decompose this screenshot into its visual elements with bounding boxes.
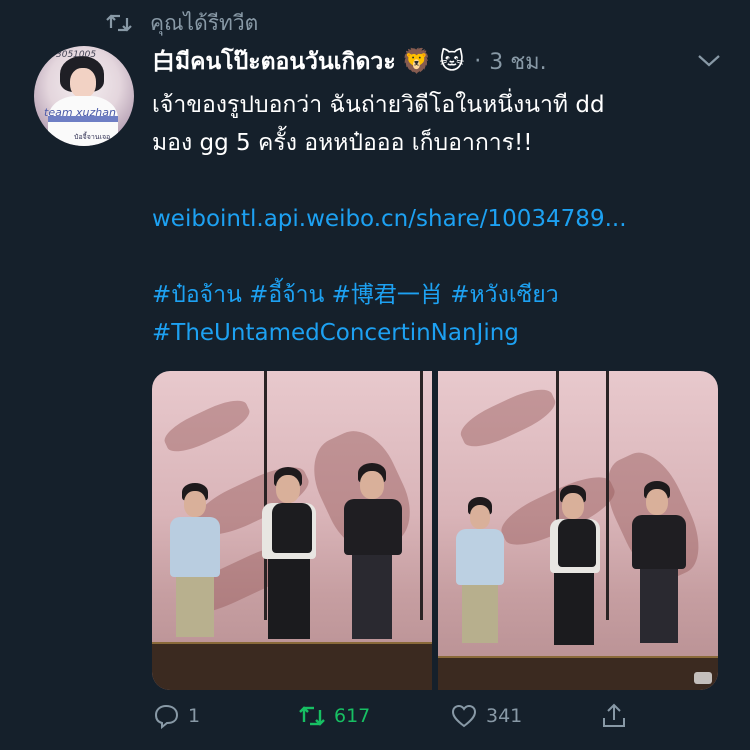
hashtag-link[interactable]: #ป๋อจ้าน	[152, 282, 242, 308]
hashtag-row: #ป๋อจ้าน #อี้จ้าน #博君一肖 #หวังเซียว	[152, 276, 732, 314]
avatar[interactable]: 3051005 team xuzhan ป๋อจี้จานเจอ	[34, 46, 134, 146]
name-emoji: 🦁 🐱	[401, 47, 465, 75]
tweet-text-line: เจ้าของรูปบอกว่า ฉันถ่ายวิดีโอในหนึ่งนาท…	[152, 92, 605, 118]
reply-button[interactable]: 1	[152, 702, 200, 730]
retweet-context: คุณได้รีทวีต	[106, 8, 258, 38]
share-icon	[603, 703, 625, 727]
retweet-button[interactable]: 617	[298, 702, 370, 730]
hashtag-link[interactable]: #อี้จ้าน	[249, 282, 324, 308]
media-badge-icon	[694, 672, 712, 684]
avatar-text-top: 3051005	[56, 50, 97, 60]
hashtag-link[interactable]: #TheUntamedConcertinNanJing	[152, 320, 519, 346]
chevron-down-icon[interactable]	[696, 50, 722, 70]
like-icon	[451, 704, 477, 728]
like-button[interactable]: 341	[450, 702, 522, 730]
display-name[interactable]: 白มีคนโป๊ะตอนวันเกิดวะ	[152, 42, 396, 80]
tweet-photo-2[interactable]	[438, 371, 718, 690]
retweet-context-label: คุณได้รีทวีต	[150, 10, 259, 35]
tweet-link[interactable]: weibointl.api.weibo.cn/share/10034789...	[152, 200, 732, 238]
hashtag-link[interactable]: #博君一肖	[332, 282, 443, 308]
retweet-icon	[106, 14, 132, 32]
avatar-text-mid: team xuzhan	[44, 106, 116, 119]
like-count: 341	[486, 705, 523, 727]
retweet-count: 617	[334, 705, 371, 727]
tweet-photo-1[interactable]	[152, 371, 432, 690]
share-button[interactable]	[600, 702, 628, 730]
media-grid	[152, 371, 718, 690]
tweet-header: 白มีคนโป๊ะตอนวันเกิดวะ 🦁 🐱 · 3 ชม.	[152, 44, 547, 78]
reply-icon	[154, 704, 179, 730]
timestamp[interactable]: 3 ชม.	[489, 44, 546, 79]
reply-count: 1	[188, 705, 201, 727]
tweet-actions: 1 617 341	[152, 702, 652, 738]
tweet-text: เจ้าของรูปบอกว่า ฉันถ่ายวิดีโอในหนึ่งนาท…	[152, 86, 732, 352]
tweet-text-line: มอง gg 5 ครั้ง อหหป๋อออ เก็บอาการ!!	[152, 130, 533, 156]
retweet-icon	[299, 706, 325, 726]
hashtag-link[interactable]: #หวังเซียว	[450, 282, 558, 308]
separator-dot: ·	[474, 48, 482, 74]
avatar-text-bottom: ป๋อจี้จานเจอ	[74, 133, 111, 141]
hashtag-row: #TheUntamedConcertinNanJing	[152, 314, 732, 352]
